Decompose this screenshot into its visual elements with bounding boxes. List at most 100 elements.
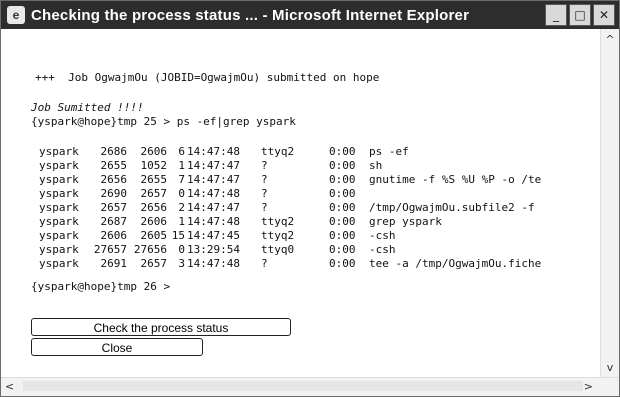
process-stime: 13:29:54 [187,243,240,256]
process-tty: ttyq2 [261,215,295,228]
process-pid: 2691 [100,257,128,270]
process-row: yspark 2657 2656 2 14:47:47? 0:00/tmp/OgwajmO… [39,201,599,214]
process-time: 0:00 [329,159,356,172]
process-cmd: -csh [369,243,396,256]
process-tty: ? [261,187,268,200]
scroll-right-arrow-icon[interactable]: > [584,380,593,393]
job-submitted-message: Job Sumitted !!!! [31,101,144,114]
process-cmd: sh [369,159,383,172]
process-pid: 2655 [100,159,128,172]
process-time: 0:00 [329,257,356,270]
process-user: yspark [39,187,79,200]
process-stime: 14:47:45 [187,229,240,242]
process-row: yspark 2606 2605 15 14:47:45 ttyq2 0:00 -csh [39,229,599,242]
horizontal-scrollbar[interactable]: < > [1,377,619,396]
process-cmd: -csh [369,229,396,242]
process-ppid: 2657 [140,257,168,270]
close-button[interactable]: Close [31,338,203,356]
window-controls: _ □ ✕ [545,4,615,26]
process-tty: ttyq0 [261,243,295,256]
process-ppid: 2605 [140,229,168,242]
process-stime: 14:47:48 [187,145,240,158]
process-c: 15 [171,229,185,242]
process-user: yspark [39,173,79,186]
process-stime: 14:47:47 [187,201,240,214]
scroll-left-arrow-icon[interactable]: < [5,380,14,393]
process-c: 6 [178,145,185,158]
process-time: 0:00 [329,145,356,158]
ie-window: e Checking the process status ... - Micr… [0,0,620,397]
process-stime: 14:47:47 [187,159,240,172]
process-stime: 14:47:48 [187,215,240,228]
end-prompt: {yspark@hope}tmp 26 > [31,280,171,293]
process-user: yspark [39,145,79,158]
process-user: yspark [39,229,79,242]
process-row: yspark 2690 2657 0 14:47:48? 0:00 [39,187,599,200]
process-ppid: 2656 [140,201,168,214]
process-time: 0:00 [329,187,356,200]
process-time: 0:00 [329,215,356,228]
process-tty: ? [261,159,268,172]
process-ppid: 2606 [140,215,168,228]
process-cmd: gnutime -f %S %U %P -o /te [369,173,542,186]
process-cmd: grep yspark [369,215,442,228]
process-cmd: tee -a /tmp/OgwajmOu.fiche [369,257,542,270]
horizontal-scroll-thumb[interactable] [23,381,583,391]
ps-command-prompt: {yspark@hope}tmp 25 > ps -ef|grep yspark [31,115,296,128]
process-c: 3 [178,257,185,270]
process-pid: 2686 [100,145,128,158]
check-process-status-button[interactable]: Check the process status [31,318,291,336]
process-c: 0 [178,187,185,200]
minimize-button[interactable]: _ [545,4,567,26]
process-time: 0:00 [329,229,356,242]
scroll-down-arrow-icon[interactable]: v [601,361,619,374]
process-pid: 27657 [93,243,127,256]
title-bar: e Checking the process status ... - Micr… [1,1,619,29]
process-pid: 2687 [100,215,128,228]
close-window-button[interactable]: ✕ [593,4,615,26]
process-ppid: 2657 [140,187,168,200]
process-pid: 2656 [100,173,128,186]
process-c: 1 [178,159,185,172]
page-content: +++ Job OgwajmOu (JOBID=OgwajmOu) submit… [1,29,599,378]
process-stime: 14:47:48 [187,257,240,270]
process-c: 0 [178,243,185,256]
process-user: yspark [39,201,79,214]
process-user: yspark [39,257,79,270]
process-c: 1 [178,215,185,228]
process-ppid: 1052 [140,159,168,172]
process-stime: 14:47:48 [187,187,240,200]
job-submitted-line: +++ Job OgwajmOu (JOBID=OgwajmOu) submit… [35,71,380,84]
process-row: yspark 2686 2606 6 14:47:48 ttyq2 0:00 ps -ef [39,145,599,158]
ie-logo-icon: e [7,6,25,24]
process-ppid: 27656 [133,243,167,256]
scroll-up-arrow-icon[interactable]: ^ [601,33,619,46]
process-user: yspark [39,243,79,256]
process-pid: 2606 [100,229,128,242]
process-ppid: 2606 [140,145,168,158]
process-c: 7 [178,173,185,186]
process-ppid: 2655 [140,173,168,186]
process-time: 0:00 [329,173,356,186]
process-tty: ? [261,201,268,214]
process-pid: 2690 [100,187,128,200]
process-row: yspark 2691 2657 3 14:47:48? 0:00 tee -a /tmp/… [39,257,599,270]
process-c: 2 [178,201,185,214]
process-row: yspark 2687 2606 1 14:47:48 ttyq2 0:00 grep ysp… [39,215,599,228]
process-user: yspark [39,159,79,172]
process-time: 0:00 [329,201,356,214]
process-tty: ttyq2 [261,145,295,158]
process-tty: ? [261,257,268,270]
process-row: yspark 27657 27656 0 13:29:54 ttyq0 0:00 -csh [39,243,599,256]
process-tty: ? [261,173,268,186]
maximize-button[interactable]: □ [569,4,591,26]
process-tty: ttyq2 [261,229,295,242]
process-row: yspark 2655 1052 1 14:47:47? 0:00 sh [39,159,599,172]
process-time: 0:00 [329,243,356,256]
process-stime: 14:47:47 [187,173,240,186]
vertical-scrollbar[interactable]: ^ v [600,29,619,378]
process-cmd: ps -ef [369,145,409,158]
process-pid: 2657 [100,201,128,214]
window-title: Checking the process status ... - Micros… [31,6,470,24]
process-user: yspark [39,215,79,228]
